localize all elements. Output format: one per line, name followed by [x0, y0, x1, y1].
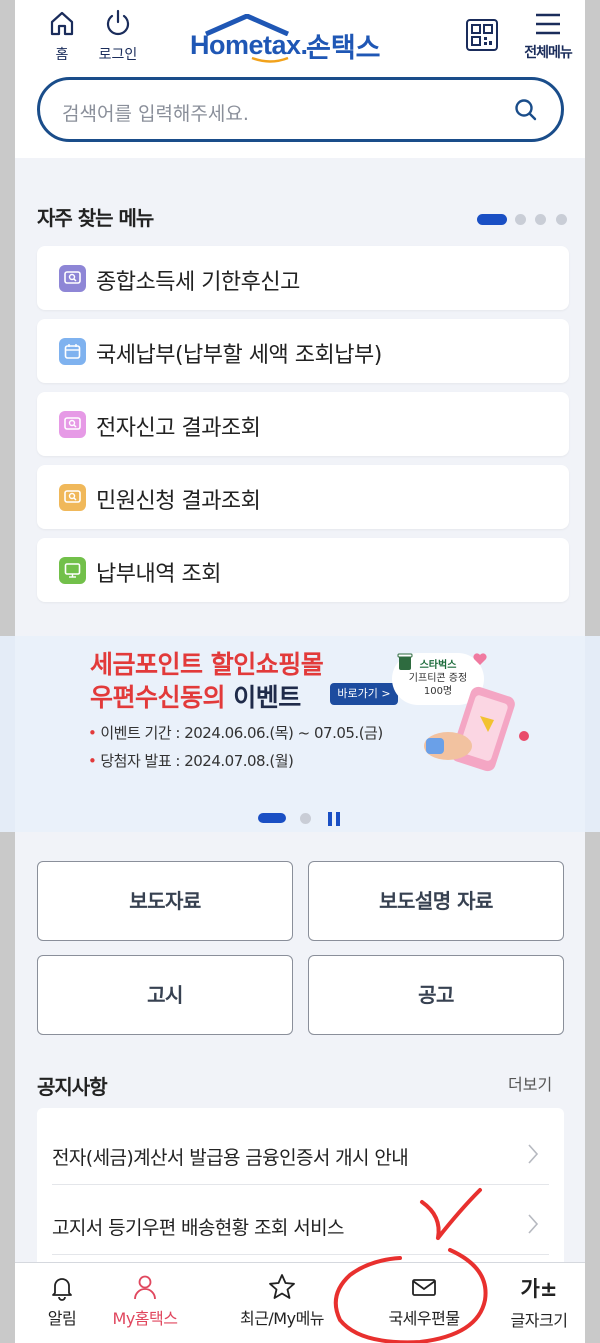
search-input[interactable]: 검색어를 입력해주세요. — [62, 99, 249, 126]
calendar-icon — [59, 338, 86, 365]
notice-title: 고지서 등기우편 배송현황 조회 서비스 — [52, 1217, 344, 1239]
tab-my-hometax[interactable]: My홈택스 — [88, 1263, 202, 1343]
banner-period-text: 이벤트 기간 : 2024.06.06.(목) ~ 07.05.(금) — [100, 724, 383, 742]
home-label: 홈 — [55, 47, 69, 63]
power-icon — [106, 9, 130, 36]
banner-go-button[interactable]: 바로가기 > — [330, 683, 398, 705]
chevron-right-icon — [528, 1214, 539, 1234]
banner-headline-2-dark: 이벤트 — [225, 683, 301, 712]
favorite-item-efiling-result[interactable]: 전자신고 결과조회 — [37, 392, 569, 456]
login-button[interactable]: 로그인 — [92, 8, 144, 64]
pause-icon[interactable] — [326, 811, 342, 827]
chevron-right-icon — [528, 1144, 539, 1164]
banner-period: • 이벤트 기간 : 2024.06.06.(목) ~ 07.05.(금) — [88, 722, 383, 743]
font-size-icon: 가± — [520, 1277, 558, 1301]
favorite-item-civil-result[interactable]: 민원신청 결과조회 — [37, 465, 569, 529]
user-icon — [134, 1275, 156, 1300]
all-menu-label: 전체메뉴 — [524, 45, 573, 61]
favorite-label: 납부내역 조회 — [96, 562, 221, 587]
monitor-icon — [59, 557, 86, 584]
pager-dot[interactable] — [535, 214, 546, 225]
home-button[interactable]: 홈 — [40, 8, 84, 64]
login-label: 로그인 — [98, 47, 138, 63]
bottom-tab-bar: 알림 My홈택스 최근/My메뉴 국세우편물 가± 글자크기 — [15, 1262, 585, 1343]
home-icon — [50, 11, 74, 36]
press-release-button[interactable]: 보도자료 — [37, 861, 293, 941]
logo-ko: 손택스 — [306, 33, 381, 64]
banner-dot[interactable] — [300, 813, 311, 824]
tab-label: 글자크기 — [510, 1311, 568, 1330]
banner-headline-2-red: 우편수신동의 — [90, 683, 226, 712]
favorite-label: 종합소득세 기한후신고 — [96, 270, 300, 295]
notice-item[interactable]: 전자(세금)계산서 발급용 금융인증서 개시 안내 — [52, 1115, 549, 1185]
tab-recent-menu[interactable]: 최근/My메뉴 — [225, 1263, 339, 1343]
banner-dot-active[interactable] — [258, 813, 286, 823]
star-icon — [269, 1274, 295, 1299]
favorite-item-payment-history[interactable]: 납부내역 조회 — [37, 538, 569, 602]
search-bar[interactable]: 검색어를 입력해주세요. — [37, 77, 564, 142]
coffee-cup-icon — [397, 653, 413, 670]
tab-label: My홈택스 — [112, 1309, 178, 1328]
announcement-button[interactable]: 공고 — [308, 955, 564, 1035]
pager-dot-active[interactable] — [477, 214, 507, 225]
hamburger-icon — [536, 13, 560, 35]
favorite-label: 민원신청 결과조회 — [96, 489, 261, 514]
all-menu-button[interactable]: 전체메뉴 — [516, 10, 580, 62]
notices-more-link[interactable]: 더보기 — [508, 1071, 552, 1095]
banner-announce: • 당첨자 발표 : 2024.07.08.(월) — [88, 750, 294, 771]
logo-swoosh — [251, 56, 289, 63]
search-doc-icon — [59, 265, 86, 292]
press-explanation-button[interactable]: 보도설명 자료 — [308, 861, 564, 941]
banner-headline-2: 우편수신동의 이벤트 — [90, 678, 301, 714]
search-icon[interactable] — [513, 97, 539, 123]
bullet-icon: • — [88, 724, 97, 742]
red-checkmark-annotation — [333, 1188, 488, 1343]
tab-font-size[interactable]: 가± 글자크기 — [482, 1263, 596, 1343]
phone-illustration-icon — [424, 686, 529, 772]
favorite-item-tax-payment[interactable]: 국세납부(납부할 세액 조회납부) — [37, 319, 569, 383]
bullet-icon: • — [88, 752, 97, 770]
pager-dot[interactable] — [556, 214, 567, 225]
qr-code-icon — [466, 19, 498, 51]
hometax-logo[interactable]: Hometax. 손택스 — [190, 14, 390, 64]
favorites-title: 자주 찾는 메뉴 — [37, 206, 154, 230]
tab-label: 최근/My메뉴 — [239, 1309, 325, 1328]
favorite-label: 전자신고 결과조회 — [96, 416, 261, 441]
notification-button[interactable]: 고시 — [37, 955, 293, 1035]
banner-headline-1: 세금포인트 할인쇼핑몰 — [90, 650, 324, 679]
heart-icon — [473, 653, 487, 665]
banner-announce-text: 당첨자 발표 : 2024.07.08.(월) — [100, 752, 294, 770]
pager-dot[interactable] — [515, 214, 526, 225]
bell-icon — [52, 1278, 72, 1301]
search-doc-icon — [59, 411, 86, 438]
qr-button[interactable] — [464, 18, 500, 54]
notice-title: 전자(세금)계산서 발급용 금융인증서 개시 안내 — [52, 1147, 409, 1169]
search-doc-icon — [59, 484, 86, 511]
notices-title: 공지사항 — [37, 1075, 108, 1099]
favorite-item-income-tax[interactable]: 종합소득세 기한후신고 — [37, 246, 569, 310]
favorite-label: 국세납부(납부할 세액 조회납부) — [96, 343, 382, 368]
